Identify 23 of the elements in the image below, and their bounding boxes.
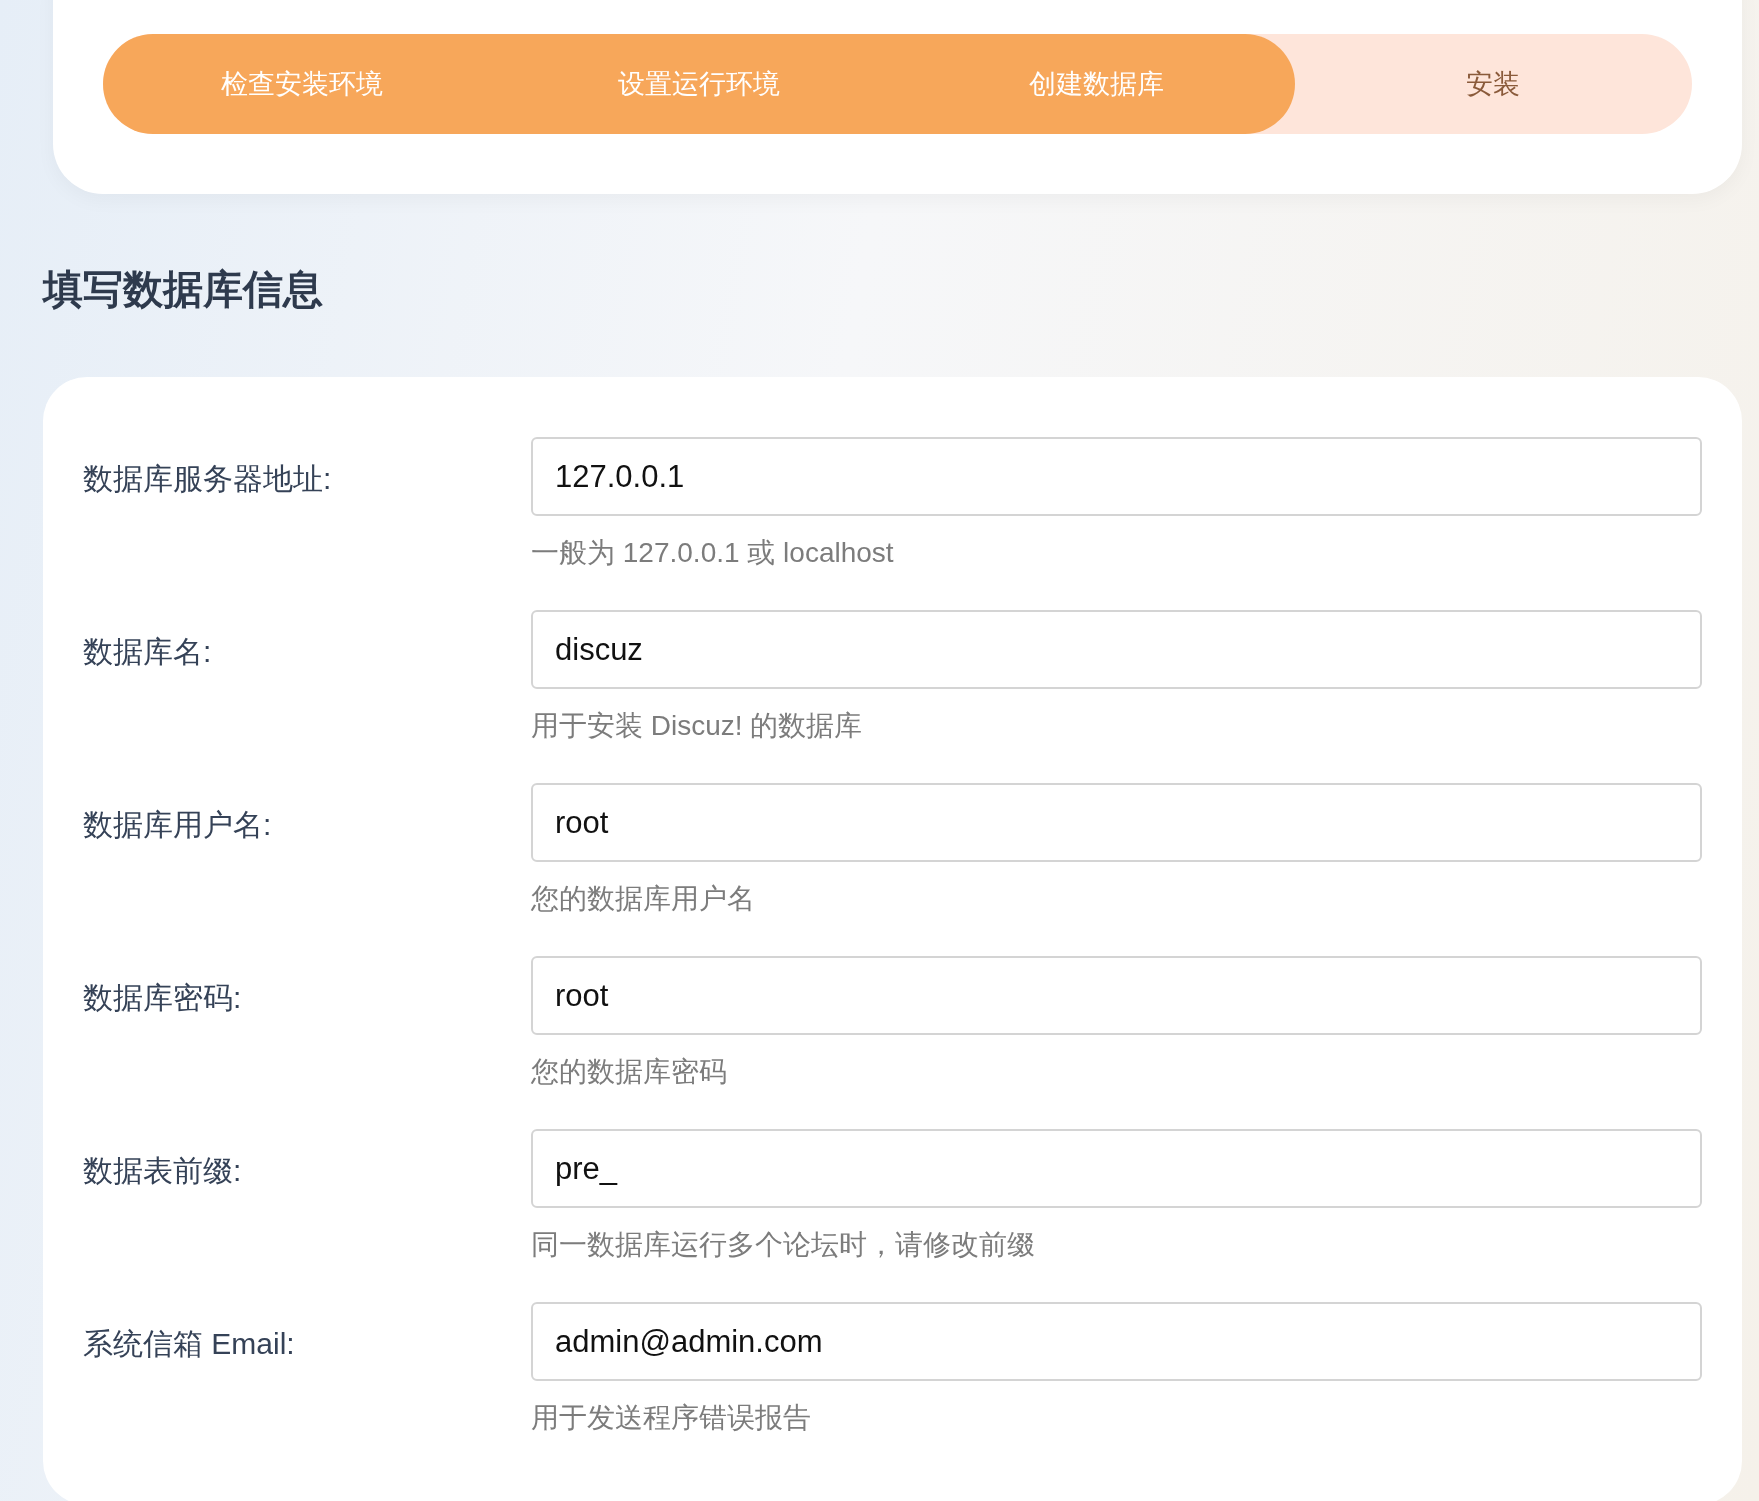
field-hint: 您的数据库用户名 [531, 882, 756, 916]
input-field[interactable]: discuz [531, 610, 1702, 689]
field-hint: 您的数据库密码 [531, 1055, 728, 1089]
input-field[interactable]: admin@admin.com [531, 1302, 1702, 1381]
field-label: 数据库服务器地址: [83, 461, 333, 497]
input-field[interactable]: pre_ [531, 1129, 1702, 1208]
field-label: 系统信箱 Email: [83, 1326, 296, 1362]
input-field[interactable]: root [531, 783, 1702, 862]
field-label: 数据库用户名: [83, 807, 273, 843]
progress-step: 检查安装环境 [103, 34, 501, 134]
field-label: 数据库名: [83, 634, 213, 670]
progress-step: 安装 [1294, 34, 1692, 134]
progress-step: 设置运行环境 [500, 34, 898, 134]
field-hint: 用于安装 Discuz! 的数据库 [531, 709, 864, 743]
field-label: 数据表前缀: [83, 1153, 243, 1189]
progress-step: 创建数据库 [897, 34, 1295, 134]
field-hint: 同一数据库运行多个论坛时，请修改前缀 [531, 1228, 1036, 1262]
input-field[interactable]: 127.0.0.1 [531, 437, 1702, 516]
section-heading: 填写数据库信息 [43, 266, 324, 313]
field-hint: 一般为 127.0.0.1 或 localhost [531, 536, 895, 570]
field-hint: 用于发送程序错误报告 [531, 1401, 812, 1435]
field-label: 数据库密码: [83, 980, 243, 1016]
input-field[interactable]: root [531, 956, 1702, 1035]
